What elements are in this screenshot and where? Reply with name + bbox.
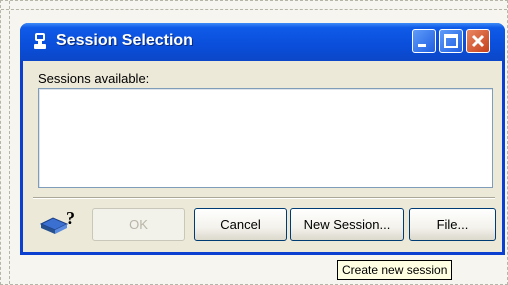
title-bar[interactable]: Session Selection [20,23,505,61]
minimize-button[interactable] [412,29,436,53]
maximize-button[interactable] [439,29,463,53]
session-icon [34,33,46,49]
frame-guide-horizontal [1,9,507,10]
maximize-icon [444,34,458,48]
tooltip: Create new session [337,260,453,280]
file-button[interactable]: File... [409,208,496,241]
window-title: Session Selection [56,32,193,49]
close-icon [471,34,485,48]
cancel-button[interactable]: Cancel [194,208,287,241]
minimize-icon [418,44,426,47]
svg-text:?: ? [66,208,75,228]
new-session-button[interactable]: New Session... [290,208,404,241]
session-selection-window: Session Selection Sessions available: ? [20,23,505,255]
help-book-icon[interactable]: ? [37,208,81,238]
divider [33,197,495,199]
ok-button[interactable]: OK [92,208,185,241]
sessions-available-label: Sessions available: [38,71,150,86]
sessions-list[interactable] [38,88,493,188]
frame-guide-vertical [9,1,10,284]
close-button[interactable] [466,29,490,53]
